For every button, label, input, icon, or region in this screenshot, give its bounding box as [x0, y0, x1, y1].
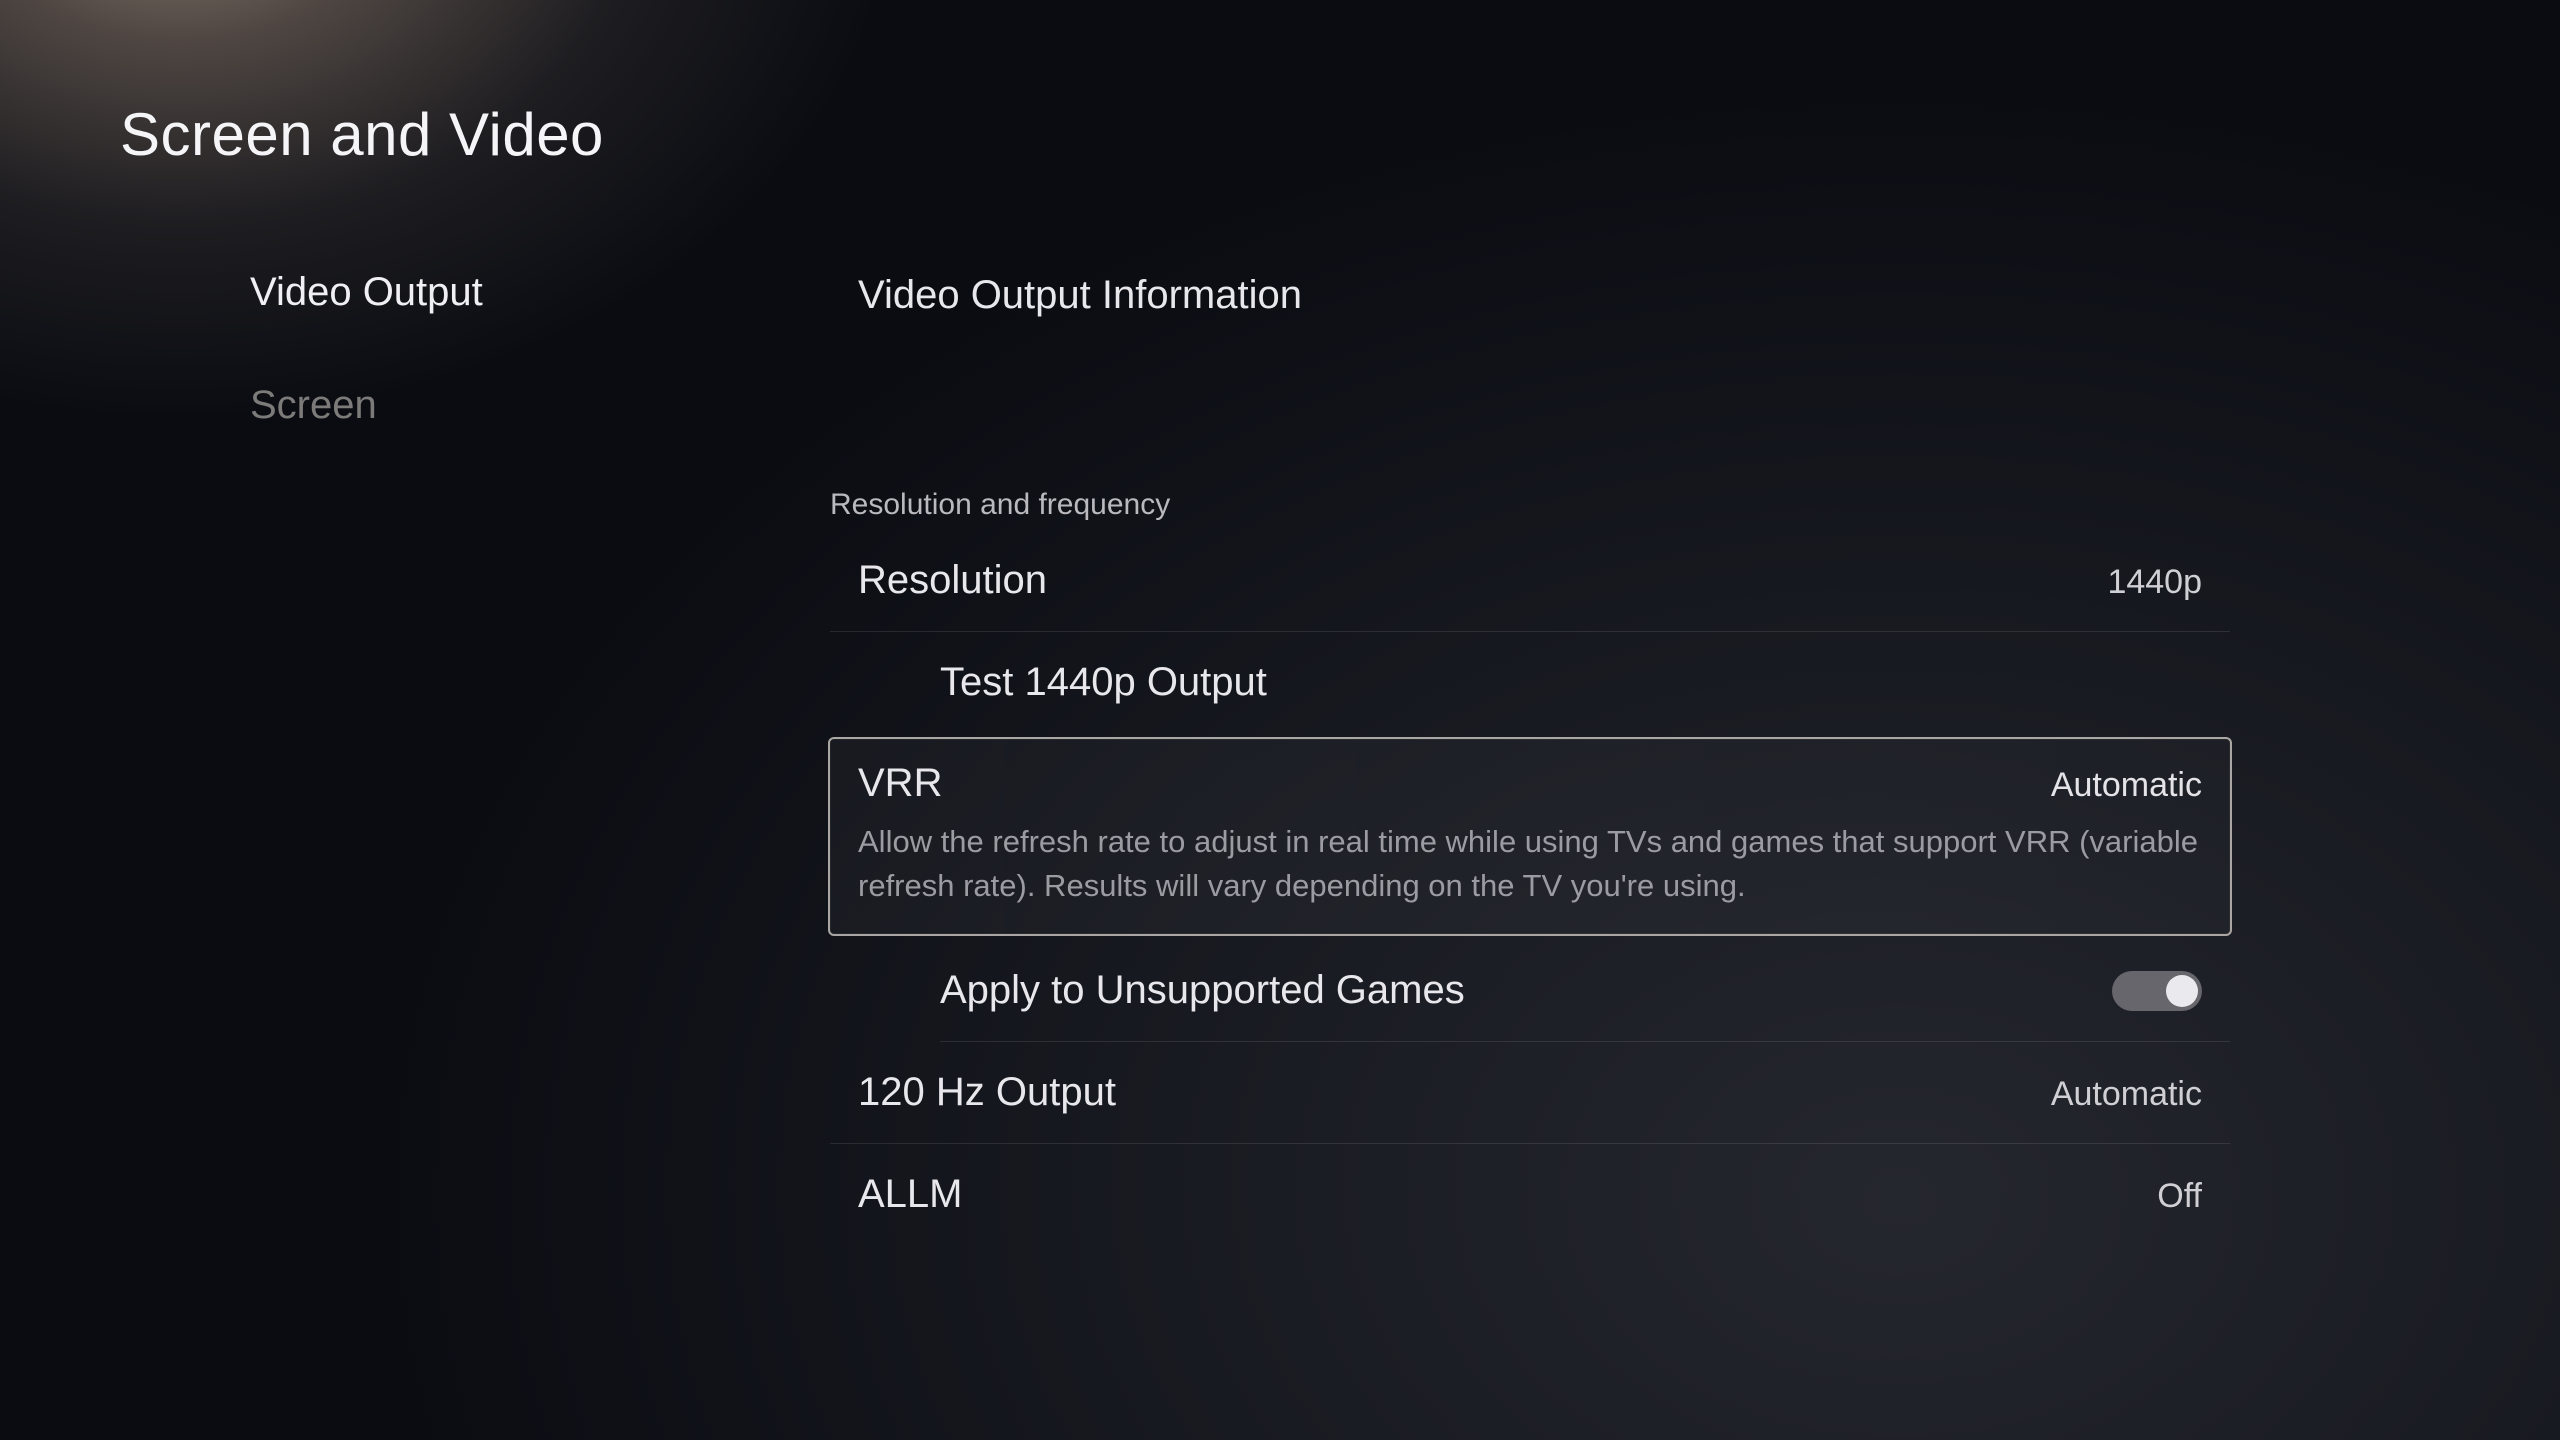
setting-apply-unsupported-games[interactable]: Apply to Unsupported Games: [830, 940, 2230, 1041]
setting-120hz-output[interactable]: 120 Hz Output Automatic: [830, 1042, 2230, 1143]
sidebar-item-video-output[interactable]: Video Output: [250, 270, 730, 315]
menu-item-label: Video Output Information: [858, 273, 1302, 318]
page-title: Screen and Video: [120, 100, 604, 169]
section-header-resolution-frequency: Resolution and frequency: [830, 480, 2230, 530]
setting-label: Apply to Unsupported Games: [940, 968, 1465, 1013]
settings-sidebar: Video Output Screen: [250, 270, 730, 428]
setting-description: Allow the refresh rate to adjust in real…: [858, 820, 2202, 908]
setting-test-1440p-output[interactable]: Test 1440p Output: [830, 632, 2230, 733]
toggle-knob: [2166, 975, 2198, 1007]
video-output-information-link[interactable]: Video Output Information: [830, 270, 2230, 320]
setting-value: 1440p: [2107, 563, 2202, 602]
setting-resolution[interactable]: Resolution 1440p: [830, 530, 2230, 631]
setting-value: Automatic: [2051, 1075, 2202, 1114]
setting-label: Resolution: [858, 558, 1047, 603]
setting-label: 120 Hz Output: [858, 1070, 1116, 1115]
settings-content: Video Output Information Resolution and …: [830, 270, 2230, 1245]
setting-allm[interactable]: ALLM Off: [830, 1144, 2230, 1245]
setting-label: Test 1440p Output: [940, 660, 1267, 705]
setting-label: ALLM: [858, 1172, 963, 1217]
toggle-switch[interactable]: [2112, 971, 2202, 1011]
sidebar-item-screen[interactable]: Screen: [250, 383, 730, 428]
setting-value: Automatic: [2051, 766, 2202, 805]
setting-label: VRR: [858, 761, 942, 806]
setting-value: Off: [2157, 1177, 2202, 1216]
setting-vrr[interactable]: VRR Automatic Allow the refresh rate to …: [828, 737, 2232, 936]
